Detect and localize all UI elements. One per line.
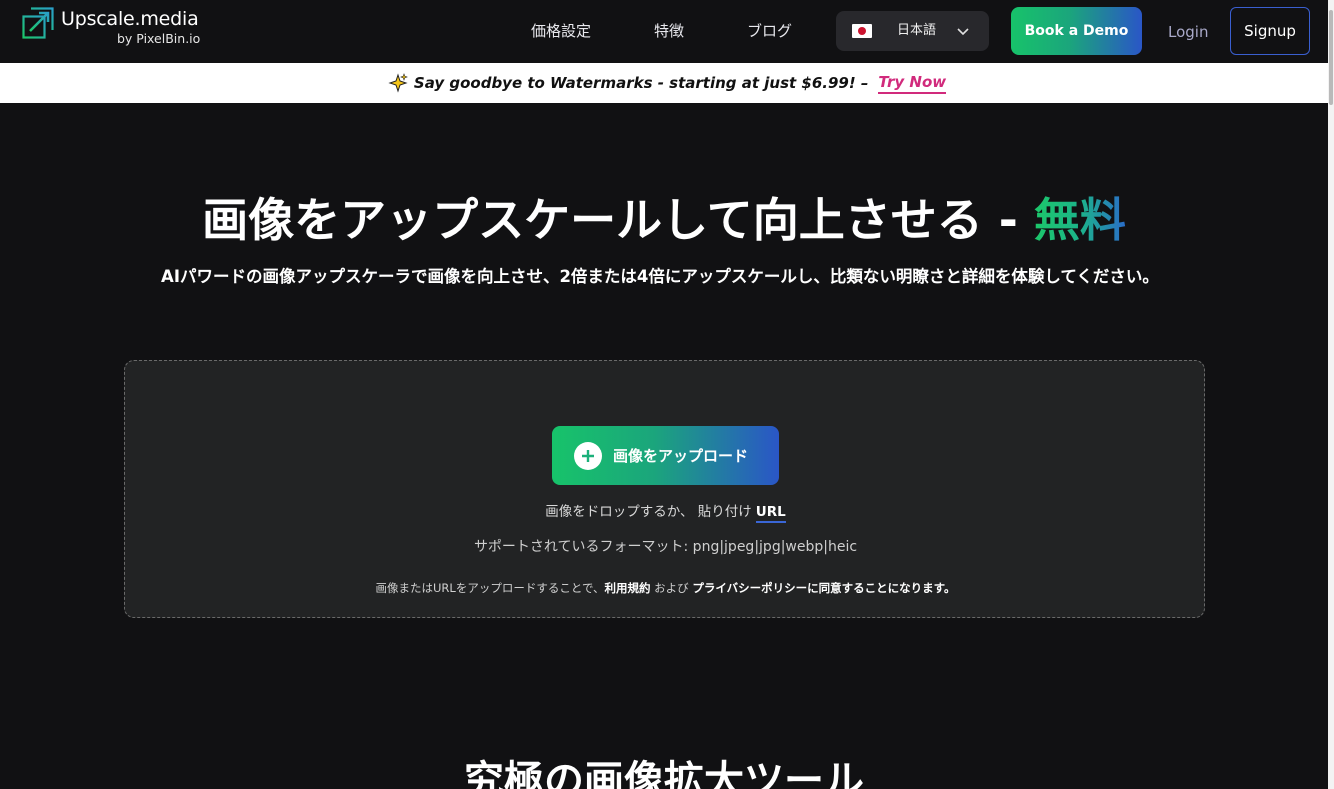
hero-subtitle: AIパワードの画像アップスケーラで画像を向上させ、2倍または4倍にアップスケール… [161,267,1159,286]
nav-pricing[interactable]: 価格設定 [531,20,591,42]
page-scrollbar[interactable] [1328,0,1334,789]
plus-icon [574,441,602,470]
upload-image-button[interactable]: 画像をアップロード [552,426,779,485]
chevron-down-icon [957,28,969,36]
promo-banner: Say goodbye to Watermarks - starting at … [0,63,1334,103]
login-link[interactable]: Login [1168,21,1208,43]
logo-byline: by PixelBin.io [117,31,201,46]
section-title: 究極の画像拡大ツール [464,758,864,789]
terms-notice: 画像またはURLをアップロードすることで、利用規約 および プライバシーポリシー… [125,579,1206,597]
paste-url-link[interactable]: URL [755,504,786,523]
hero-title-text: 画像をアップスケールして向上させる - [202,193,1034,247]
upload-button-label: 画像をアップロード [613,447,749,465]
logo[interactable]: Upscale.media by PixelBin.io [22,7,200,47]
sparkle-icon [388,73,408,93]
terms-prefix: 画像またはURLをアップロードすることで、 [375,581,605,595]
terms-of-service-link[interactable]: 利用規約 [605,581,651,595]
language-label: 日本語 [897,23,937,38]
page: Upscale.media by PixelBin.io 価格設定 特徴 ブログ… [0,0,1334,789]
hero-title-accent: 無料 [1033,193,1126,247]
drop-instruction: 画像をドロップするか、 貼り付け URL [125,502,1206,523]
nav-blog[interactable]: ブログ [747,20,792,42]
terms-and: および [650,581,693,595]
language-select[interactable]: 日本語 [836,11,989,51]
top-nav-bar: Upscale.media by PixelBin.io 価格設定 特徴 ブログ… [0,0,1334,63]
upload-dropzone[interactable]: 画像をアップロード 画像をドロップするか、 貼り付け URL サポートされているフ… [124,360,1205,618]
upscale-logo-icon [22,7,54,39]
supported-formats: サポートされているフォーマット: png|jpeg|jpg|webp|heic [473,539,858,555]
promo-text: Say goodbye to Watermarks - starting at … [413,74,869,92]
book-demo-button[interactable]: Book a Demo [1011,7,1142,55]
try-now-link[interactable]: Try Now [878,73,947,94]
drop-text: 画像をドロップするか、 貼り付け [545,504,752,520]
privacy-policy-link[interactable]: プライバシーポリシーに同意することになります。 [692,581,955,595]
logo-name: Upscale.media [61,8,199,30]
signup-button[interactable]: Signup [1230,7,1310,55]
japan-flag-icon [852,24,872,38]
nav-features[interactable]: 特徴 [654,20,684,42]
hero-title: 画像をアップスケールして向上させる - 無料 [0,190,1328,250]
scrollbar-thumb[interactable] [1329,10,1333,105]
